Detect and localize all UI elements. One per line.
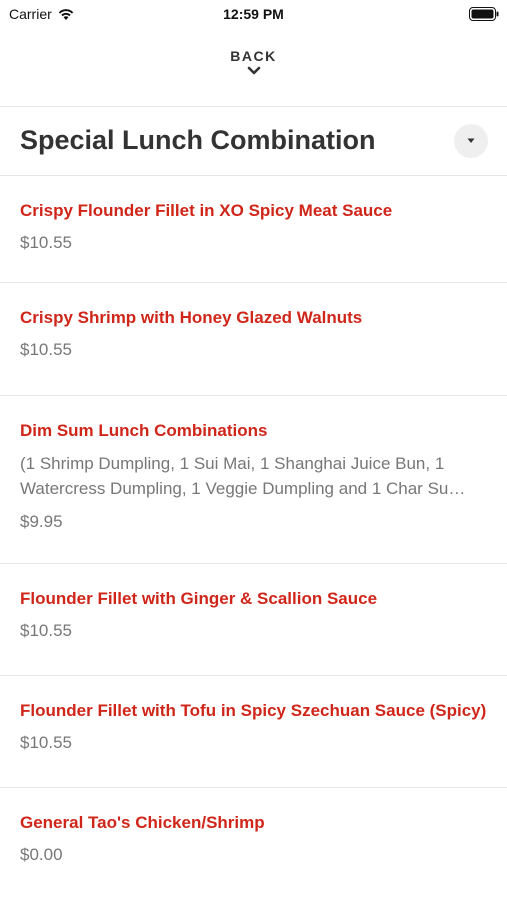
menu-item-price: $10.55	[20, 340, 72, 359]
menu-item[interactable]: General Tao's Chicken/Shrimp $0.00	[0, 788, 507, 900]
status-time: 12:59 PM	[223, 6, 284, 22]
menu-item[interactable]: Crispy Shrimp with Honey Glazed Walnuts …	[0, 283, 507, 396]
section-header: Special Lunch Combination	[0, 107, 507, 175]
menu-item-name: Crispy Flounder Fillet in XO Spicy Meat …	[20, 201, 393, 220]
menu-item-price: $9.95	[20, 512, 63, 531]
menu-item-name: Flounder Fillet with Ginger & Scallion S…	[20, 589, 378, 608]
menu-item-name: Dim Sum Lunch Combinations	[20, 421, 268, 440]
status-bar: Carrier 12:59 PM	[0, 0, 507, 30]
menu-item-name: Flounder Fillet with Tofu in Spicy Szech…	[20, 701, 487, 720]
menu-item[interactable]: Flounder Fillet with Ginger & Scallion S…	[0, 564, 507, 676]
chevron-down-icon	[247, 66, 260, 75]
battery-icon	[469, 7, 499, 21]
menu-item-price: $0.00	[20, 845, 63, 864]
section-title: Special Lunch Combination	[20, 125, 376, 155]
menu-item-price: $10.55	[20, 621, 72, 640]
section-dropdown-button[interactable]	[454, 124, 488, 158]
menu-item[interactable]: Dim Sum Lunch Combinations (1 Shrimp Dum…	[0, 396, 507, 564]
menu-item-price: $10.55	[20, 733, 72, 752]
menu-item-name: Crispy Shrimp with Honey Glazed Walnuts	[20, 308, 363, 327]
menu-item-name: General Tao's Chicken/Shrimp	[20, 813, 265, 832]
menu-item[interactable]: Flounder Fillet with Tofu in Spicy Szech…	[0, 676, 507, 788]
menu-item-description: (1 Shrimp Dumpling, 1 Sui Mai, 1 Shangha…	[20, 454, 466, 498]
caret-down-icon	[467, 138, 475, 143]
menu-item[interactable]: Crispy Flounder Fillet in XO Spicy Meat …	[0, 176, 507, 283]
back-button[interactable]: BACK	[0, 48, 507, 76]
back-label: BACK	[230, 48, 277, 64]
menu-item-list: Crispy Flounder Fillet in XO Spicy Meat …	[0, 176, 507, 900]
menu-item-price: $10.55	[20, 233, 72, 252]
